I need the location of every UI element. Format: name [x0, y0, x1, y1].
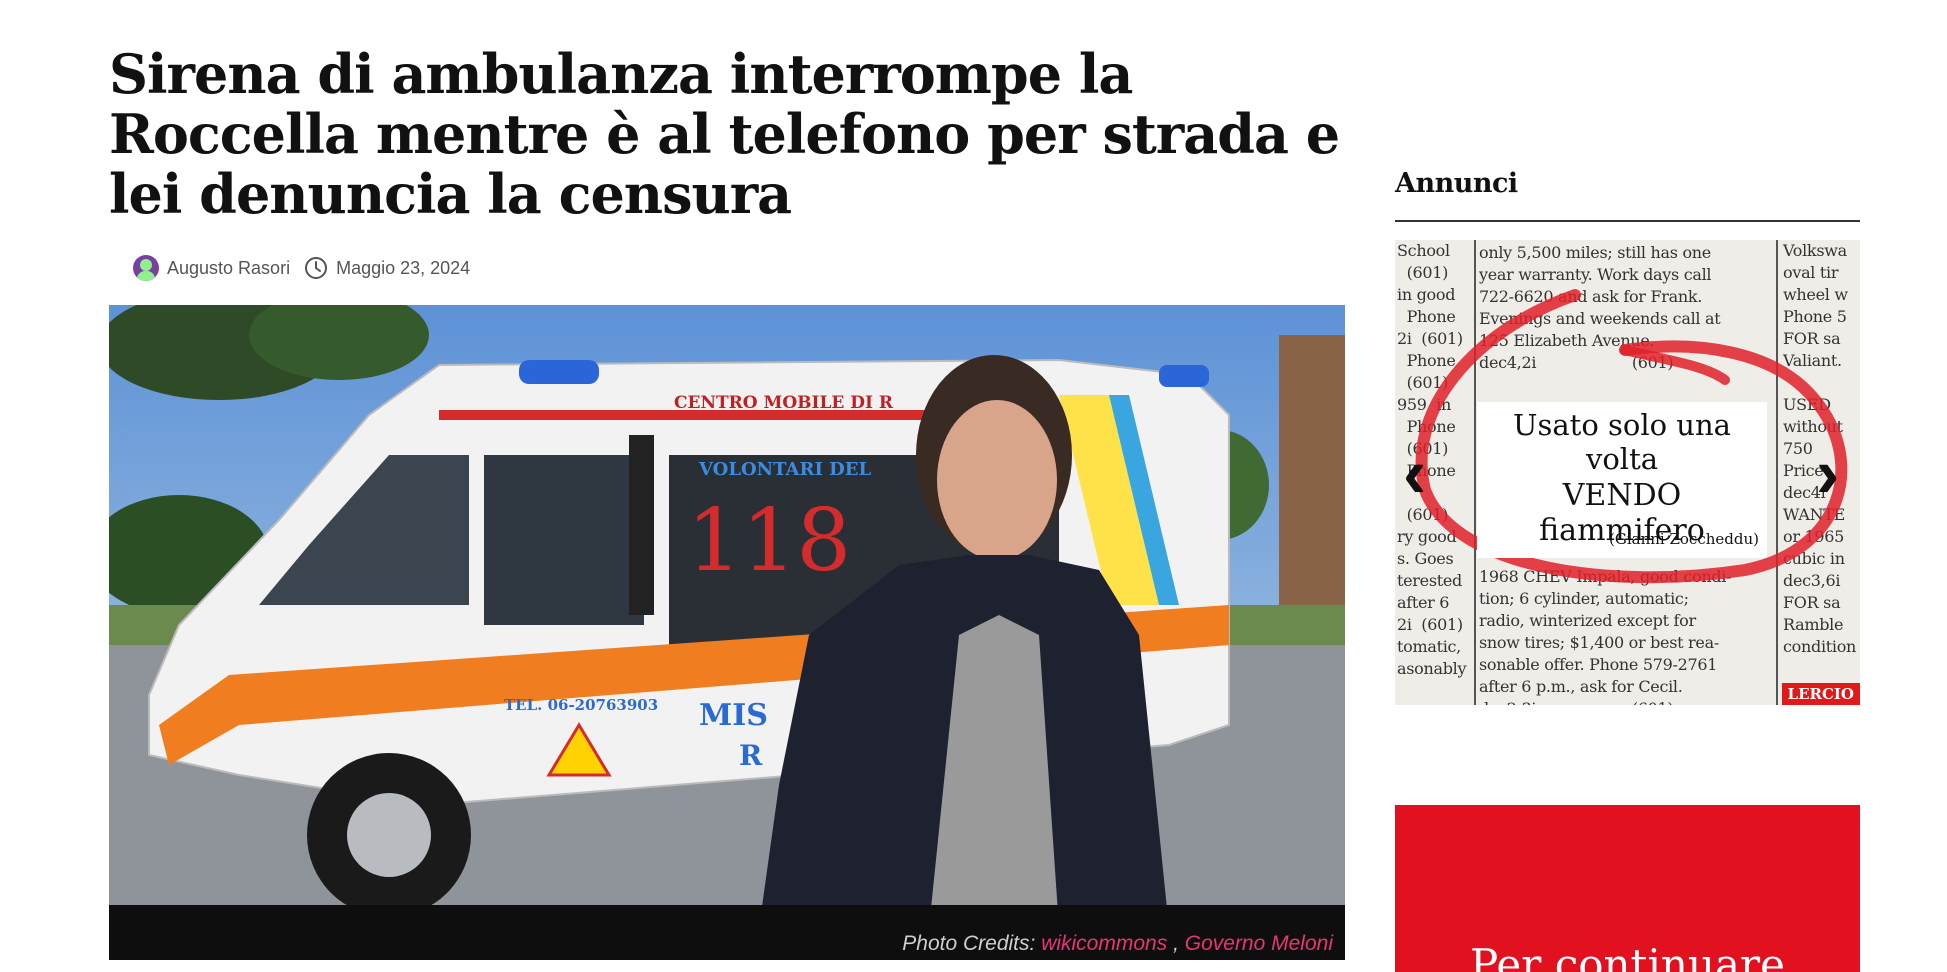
article-hero-image: CENTRO MOBILE DI R EMM VOLONTARI DEL 118… [109, 305, 1345, 928]
image-caption: Photo Credits: wikicommons , Governo Mel… [109, 928, 1345, 960]
sidebar-divider [1395, 220, 1860, 222]
van-text-misc2: R [739, 739, 763, 772]
article-title: Sirena di ambulanza interrompe la Roccel… [109, 42, 1340, 226]
publish-date: Maggio 23, 2024 [336, 257, 471, 278]
ad-classified-box: Usato solo una volta VENDO fiammifero (G… [1477, 402, 1767, 558]
ad-signature: (Gianni Zoccheddu) [1609, 530, 1759, 548]
ad-slider[interactable]: School (601) in good Phone 2i (601) Phon… [1395, 240, 1860, 705]
newsprint-bottom-column: 1968 CHEV Impala, good condi- tion; 6 cy… [1479, 567, 1732, 705]
caption-separator: , [1173, 932, 1179, 955]
credit-link-wikicommons[interactable]: wikicommons [1041, 932, 1167, 955]
van-text-misc: MIS [699, 698, 768, 733]
author-link[interactable]: Augusto Rasori [167, 258, 290, 279]
article-meta: Augusto Rasori Maggio 23, 2024 [133, 254, 470, 282]
van-text-number: 118 [687, 491, 851, 591]
ad-line-1: Usato solo una volta [1513, 408, 1731, 476]
van-text-phone: TEL. 06-20763903 [504, 696, 658, 714]
ad-line-2: VENDO [1562, 478, 1682, 513]
promo-text: Per continuare [1470, 940, 1785, 972]
promo-panel[interactable]: Per continuare [1395, 805, 1860, 972]
user-avatar-icon [133, 255, 159, 281]
credit-link-governo[interactable]: Governo Meloni [1185, 932, 1333, 955]
newsprint-top-column: only 5,500 miles; still has one year war… [1479, 243, 1721, 372]
lercio-logo: LERCIO [1781, 683, 1860, 705]
sidebar-heading: Annunci [1395, 168, 1518, 199]
van-text-top: CENTRO MOBILE DI R [674, 393, 894, 413]
chevron-right-icon[interactable]: › [1816, 438, 1856, 508]
chevron-left-icon[interactable]: ‹ [1403, 438, 1443, 508]
caption-prefix: Photo Credits: [902, 932, 1036, 955]
clock-icon [305, 257, 328, 279]
van-text-volunteers: VOLONTARI DEL [698, 459, 871, 480]
